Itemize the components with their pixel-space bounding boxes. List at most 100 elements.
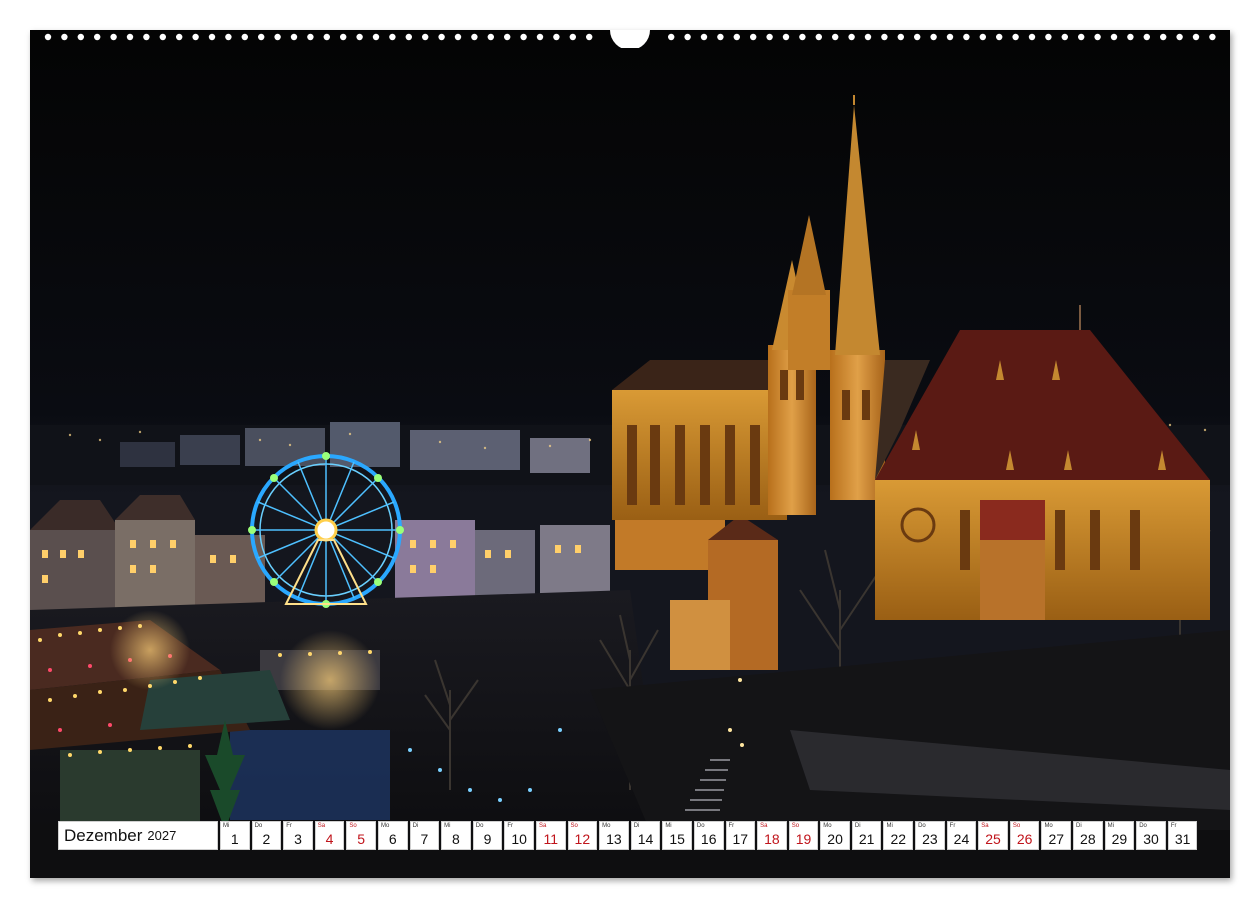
binding-hole — [553, 33, 560, 41]
binding-holes — [44, 30, 1216, 48]
binding-hole — [110, 33, 117, 41]
day-number: 12 — [574, 831, 591, 847]
day-number: 1 — [230, 831, 239, 847]
day-number: 16 — [700, 831, 717, 847]
year-label: 2027 — [147, 828, 177, 843]
day-of-week-label: Di — [412, 823, 419, 829]
binding-hole — [143, 33, 150, 41]
day-of-week-label: So — [1012, 823, 1021, 829]
binding-hole — [1160, 33, 1167, 41]
binding-hole — [422, 33, 429, 41]
day-cell: Mo 27 — [1041, 821, 1072, 850]
day-number: 6 — [388, 831, 397, 847]
binding-hole — [1192, 33, 1200, 41]
day-of-week-label: Do — [696, 823, 705, 829]
binding-hole — [1028, 33, 1036, 41]
day-cell: Do 9 — [472, 821, 503, 850]
binding-hole — [700, 33, 708, 41]
binding-hole — [1110, 33, 1118, 41]
day-number: 2 — [262, 831, 271, 847]
day-cell: Fr 31 — [1167, 821, 1198, 850]
binding-hole — [848, 33, 855, 41]
day-number: 21 — [858, 831, 875, 847]
ferris-wheel — [248, 452, 404, 608]
binding-hole — [996, 33, 1003, 41]
day-of-week-label: Fr — [507, 823, 514, 829]
day-cell: Mi 8 — [441, 821, 471, 850]
day-cell: Mo 13 — [599, 821, 629, 850]
day-cell: Di 14 — [630, 821, 661, 850]
binding-hole — [668, 33, 675, 41]
day-of-week-label: Mo — [380, 823, 390, 829]
day-cell: Fr 17 — [725, 821, 756, 850]
binding-hole — [1209, 33, 1216, 41]
binding-hole — [176, 33, 183, 41]
day-cell: Mi 22 — [883, 821, 914, 850]
binding-hole — [536, 33, 544, 41]
hanger-notch — [610, 30, 650, 48]
binding-hole — [569, 33, 576, 41]
binding-hole — [586, 33, 593, 41]
binding-hole — [815, 33, 822, 41]
day-of-week-label: Fr — [949, 823, 956, 829]
month-name: Dezember — [64, 825, 143, 845]
day-number: 18 — [764, 831, 780, 847]
binding-hole — [881, 33, 888, 41]
day-of-week-label: Di — [854, 823, 861, 829]
day-number: 26 — [1016, 831, 1033, 847]
day-cell: So 12 — [567, 821, 598, 850]
binding-hole — [44, 33, 52, 41]
day-cell: Do 16 — [693, 821, 724, 850]
day-cell: Mi 1 — [220, 821, 250, 850]
binding-hole — [340, 33, 347, 41]
binding-hole — [192, 33, 199, 41]
binding-hole — [372, 33, 380, 41]
binding-hole — [241, 33, 248, 41]
day-of-week-label: Mo — [602, 823, 611, 829]
binding-hole — [1176, 33, 1183, 41]
binding-hole — [963, 33, 970, 41]
binding-hole — [930, 33, 937, 41]
day-of-week-label: Di — [1076, 823, 1082, 829]
binding-hole — [946, 33, 954, 41]
day-number: 11 — [543, 831, 558, 847]
binding-hole — [1012, 33, 1019, 41]
day-of-week-label: Mi — [665, 823, 672, 829]
binding-hole — [356, 33, 363, 41]
binding-hole — [438, 33, 445, 41]
day-of-week-label: Sa — [317, 823, 326, 829]
binding-hole — [1127, 33, 1134, 41]
binding-hole — [389, 33, 396, 41]
day-number: 27 — [1048, 831, 1065, 847]
binding-hole — [323, 33, 330, 41]
binding-hole — [61, 33, 68, 41]
day-cell: Fr 24 — [946, 821, 977, 850]
calendar-day-strip: Dezember 2027 Mi 1 Do 2 Fr 3 Sa 4 So 5 Mo 6 Di 7 Mi 8 Do… — [58, 821, 1199, 850]
month-label-box: Dezember 2027 — [58, 821, 218, 850]
day-cell: Mi 29 — [1104, 821, 1135, 850]
day-of-week-label: Fr — [728, 823, 735, 829]
day-of-week-label: Mo — [823, 823, 832, 829]
binding-hole — [1078, 33, 1085, 41]
day-cell: Di 21 — [851, 821, 882, 850]
day-of-week-label: Do — [918, 823, 926, 829]
binding-hole — [1045, 33, 1052, 41]
binding-hole — [454, 33, 462, 41]
binding-hole — [864, 33, 872, 41]
binding-hole — [225, 33, 232, 41]
day-of-week-label: Mi — [223, 823, 230, 829]
binding-hole — [799, 33, 806, 41]
binding-hole — [126, 33, 134, 41]
day-number: 15 — [669, 831, 685, 847]
day-cell: Sa 4 — [314, 821, 345, 850]
day-cell: Di 7 — [409, 821, 440, 850]
binding-hole — [733, 33, 740, 41]
day-cell: Mo 20 — [820, 821, 850, 850]
binding-hole — [258, 33, 265, 41]
day-of-week-label: Mo — [1044, 823, 1053, 829]
day-cell: Fr 10 — [504, 821, 534, 850]
day-of-week-label: So — [791, 823, 800, 829]
day-number: 22 — [890, 831, 907, 847]
day-number: 29 — [1111, 831, 1128, 847]
day-number: 17 — [732, 831, 749, 847]
